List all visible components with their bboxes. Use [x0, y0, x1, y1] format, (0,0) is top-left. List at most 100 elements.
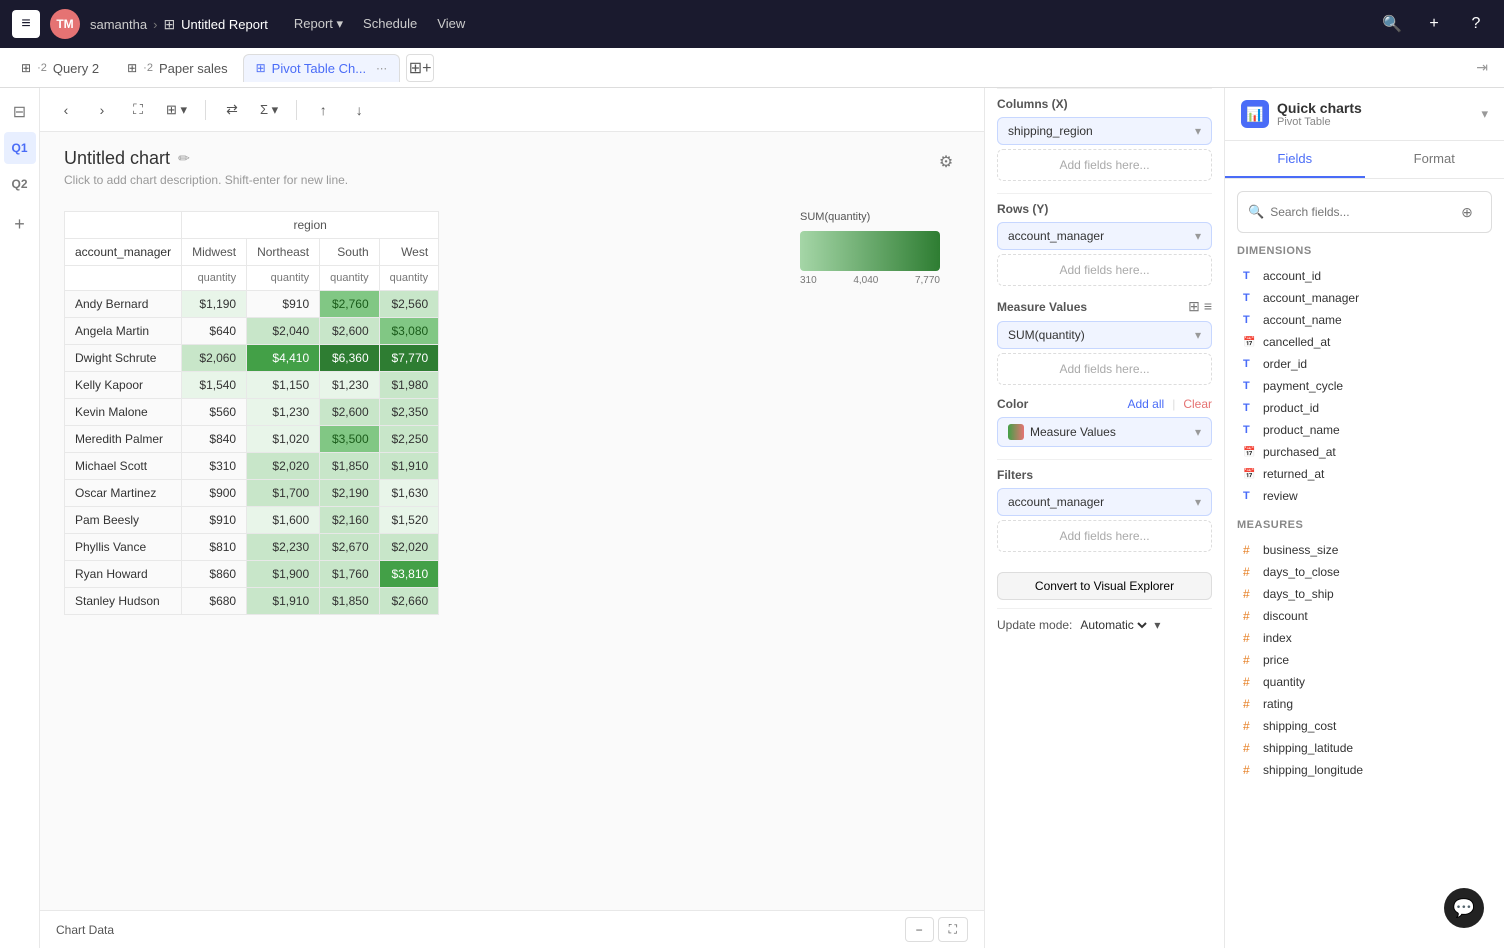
dimension-field-item[interactable]: 📅returned_at [1237, 463, 1492, 485]
measure-values-label: Measure Values [997, 300, 1087, 314]
dimension-field-item[interactable]: 📅cancelled_at [1237, 331, 1492, 353]
measure-field-item[interactable]: #days_to_close [1237, 561, 1492, 583]
dimension-field-item[interactable]: Treview [1237, 485, 1492, 507]
pivot-table: region account_manager Midwest Northeast… [64, 211, 439, 615]
user-avatar[interactable]: TM [50, 9, 80, 39]
minimize-button[interactable]: − [905, 917, 934, 942]
dimension-field-item[interactable]: Tpayment_cycle [1237, 375, 1492, 397]
nav-report[interactable]: Report ▾ [286, 12, 351, 36]
back-button[interactable]: ‹ [52, 96, 80, 124]
tab-paper-sales[interactable]: ⊞ ·2 Paper sales [114, 54, 241, 82]
convert-visual-button[interactable]: Convert to Visual Explorer [997, 572, 1212, 600]
dimension-field-item[interactable]: Tproduct_name [1237, 419, 1492, 441]
filters-field-pill[interactable]: account_manager ▾ [997, 488, 1212, 516]
nav-schedule[interactable]: Schedule [355, 12, 425, 36]
data-cell: $3,080 [379, 318, 439, 345]
measure-field-item[interactable]: #rating [1237, 693, 1492, 715]
color-field-pill[interactable]: Measure Values ▾ [997, 417, 1212, 447]
color-clear-button[interactable]: Clear [1183, 397, 1212, 411]
expand-button[interactable]: ⛶ [124, 96, 152, 124]
dimensions-label: Dimensions [1237, 245, 1492, 257]
transform-button[interactable]: ⇄ [218, 96, 246, 124]
fullscreen-button[interactable]: ⛶ [938, 917, 968, 942]
filters-add-area[interactable]: Add fields here... [997, 520, 1212, 552]
search-button[interactable]: 🔍 [1376, 8, 1408, 40]
field-config-button[interactable]: ⊕ [1453, 198, 1481, 226]
data-cell: $1,910 [379, 453, 439, 480]
tab-format[interactable]: Format [1365, 141, 1504, 178]
sidebar-q1-icon[interactable]: Q1 [4, 132, 36, 164]
chart-desc[interactable]: Click to add chart description. Shift-en… [64, 173, 348, 187]
field-type-icon: T [1243, 292, 1257, 304]
rows-field-pill[interactable]: account_manager ▾ [997, 222, 1212, 250]
dimension-field-item[interactable]: Taccount_manager [1237, 287, 1492, 309]
tab-query2[interactable]: ⊞ ·2 Query 2 [8, 54, 112, 82]
chart-settings-button[interactable]: ⚙ [932, 148, 960, 176]
rows-chevron-icon: ▾ [1195, 229, 1201, 243]
tab-close-icon[interactable]: ⋯ [376, 62, 387, 75]
tab-pivot-chart[interactable]: ⊞ Pivot Table Ch... ⋯ [243, 54, 400, 82]
measure-field-item[interactable]: #shipping_latitude [1237, 737, 1492, 759]
data-cell: $2,600 [320, 318, 380, 345]
color-swatch [1008, 424, 1024, 440]
add-button[interactable]: + [1418, 8, 1450, 40]
update-mode-select[interactable]: Automatic Manual [1076, 617, 1150, 633]
forward-button[interactable]: › [88, 96, 116, 124]
canvas-toolbar: ‹ › ⛶ ⊞ ▾ ⇄ Σ ▾ ↑ ↓ [40, 88, 984, 132]
nav-view[interactable]: View [429, 12, 473, 36]
zoom-dropdown[interactable]: ⊞ ▾ [160, 98, 193, 122]
measure-field-item[interactable]: #shipping_cost [1237, 715, 1492, 737]
app-logo[interactable]: ≡ [12, 10, 40, 38]
field-name: discount [1263, 609, 1308, 623]
measure-field-pill[interactable]: SUM(quantity) ▾ [997, 321, 1212, 349]
sidebar-panels-icon[interactable]: ⊟ [4, 96, 36, 128]
aggregate-dropdown[interactable]: Σ ▾ [254, 98, 284, 122]
field-name: shipping_cost [1263, 719, 1336, 733]
search-fields-input[interactable] [1270, 205, 1447, 219]
measure-values-header: Measure Values ⊞ ≡ [997, 298, 1212, 315]
color-add-all-button[interactable]: Add all [1127, 397, 1164, 411]
chat-bubble[interactable]: 💬 [1444, 888, 1484, 928]
tab-pivot-icon: ⊞ [256, 61, 266, 75]
measure-list-icon[interactable]: ≡ [1204, 298, 1212, 315]
help-button[interactable]: ? [1460, 8, 1492, 40]
dimension-field-item[interactable]: Taccount_name [1237, 309, 1492, 331]
data-cell: $2,020 [379, 534, 439, 561]
dimension-field-item[interactable]: Tproduct_id [1237, 397, 1492, 419]
measure-field-item[interactable]: #price [1237, 649, 1492, 671]
columns-field-pill[interactable]: shipping_region ▾ [997, 117, 1212, 145]
data-cell: $1,190 [182, 291, 247, 318]
dimension-field-item[interactable]: 📅purchased_at [1237, 441, 1492, 463]
add-tab-button[interactable]: ⊞+ [406, 54, 434, 82]
measure-field-item[interactable]: # discount [1237, 605, 1492, 627]
sidebar-q2-icon[interactable]: Q2 [4, 168, 36, 200]
measure-field-item[interactable]: #index [1237, 627, 1492, 649]
sort-asc-button[interactable]: ↑ [309, 96, 337, 124]
tabbar: ⊞ ·2 Query 2 ⊞ ·2 Paper sales ⊞ Pivot Ta… [0, 48, 1504, 88]
dimension-field-item[interactable]: Taccount_id [1237, 265, 1492, 287]
report-icon: ⊞ [163, 16, 175, 33]
tab-paper-icon: ⊞ [127, 61, 137, 75]
edit-title-icon[interactable]: ✏ [178, 150, 190, 167]
data-cell: $1,900 [247, 561, 320, 588]
measure-field-item[interactable]: #quantity [1237, 671, 1492, 693]
measure-field-item[interactable]: #business_size [1237, 539, 1492, 561]
tab-fields[interactable]: Fields [1225, 141, 1365, 178]
measure-add-area[interactable]: Add fields here... [997, 353, 1212, 385]
measure-field-item[interactable]: #shipping_longitude [1237, 759, 1492, 781]
color-chevron-icon: ▾ [1195, 425, 1201, 439]
quick-charts-chevron-icon[interactable]: ▾ [1481, 106, 1488, 122]
measure-table-icon[interactable]: ⊞ [1188, 298, 1200, 315]
search-box: 🔍 ⊕ [1237, 191, 1492, 233]
expand-tabs-icon[interactable]: ⇥ [1476, 59, 1496, 76]
dimension-field-item[interactable]: Torder_id [1237, 353, 1492, 375]
field-name: business_size [1263, 543, 1338, 557]
field-type-hash-icon: # [1243, 565, 1257, 579]
field-type-hash-icon: # [1243, 609, 1257, 623]
measure-field-item[interactable]: #days_to_ship [1237, 583, 1492, 605]
columns-header: Columns (X) [997, 88, 1212, 111]
sort-desc-button[interactable]: ↓ [345, 96, 373, 124]
rows-add-area[interactable]: Add fields here... [997, 254, 1212, 286]
sidebar-add-icon[interactable]: + [4, 208, 36, 240]
columns-add-area[interactable]: Add fields here... [997, 149, 1212, 181]
